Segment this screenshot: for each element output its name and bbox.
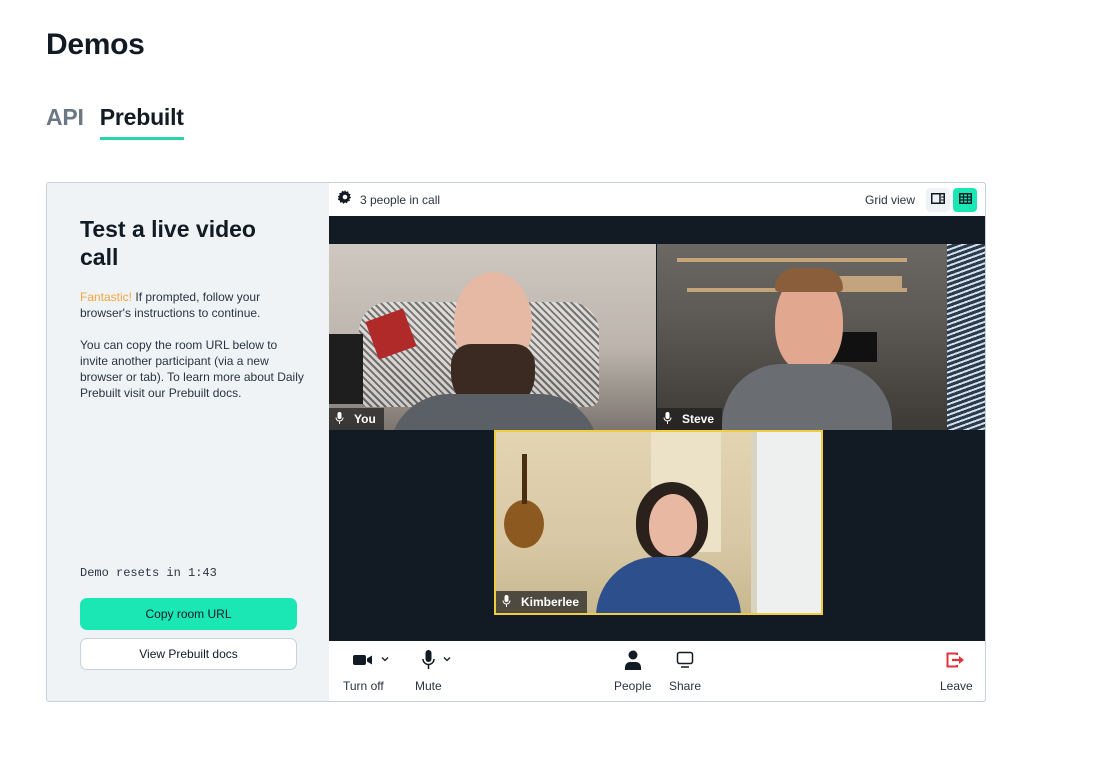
people-count: 3 people in call bbox=[360, 192, 441, 207]
participant-tile-steve[interactable]: Steve bbox=[657, 244, 985, 430]
microphone-icon bbox=[663, 411, 672, 427]
grid-view-button[interactable] bbox=[953, 187, 977, 212]
tab-prebuilt[interactable]: Prebuilt bbox=[99, 104, 184, 140]
people-label: People bbox=[614, 679, 652, 693]
monitor-icon bbox=[676, 651, 694, 674]
leave-call-button[interactable]: Leave bbox=[940, 651, 973, 693]
mute-button[interactable]: Mute bbox=[415, 649, 451, 693]
participant-label: Steve bbox=[657, 408, 723, 430]
page-title: Demos bbox=[46, 28, 145, 61]
sidebar-description: Fantastic! If prompted, follow your brow… bbox=[80, 289, 305, 417]
people-button[interactable]: People bbox=[614, 650, 652, 693]
demo-sidebar: Test a live video call Fantastic! If pro… bbox=[47, 183, 329, 701]
leave-icon bbox=[946, 652, 966, 673]
copy-room-url-button[interactable]: Copy room URL bbox=[80, 598, 297, 630]
call-toolbar: Turn off Mute People Share Leave bbox=[329, 641, 985, 701]
participant-name: Kimberlee bbox=[521, 595, 580, 609]
call-topbar: 3 people in call Grid view bbox=[329, 183, 985, 216]
sidebar-paragraph-1: Fantastic! If prompted, follow your brow… bbox=[80, 289, 305, 321]
microphone-icon bbox=[422, 649, 435, 675]
participant-hair bbox=[775, 268, 843, 292]
participant-face bbox=[649, 494, 697, 556]
camera-options-chevron-icon[interactable] bbox=[381, 649, 389, 667]
camera-toggle-label: Turn off bbox=[343, 679, 384, 693]
video-background-window-blinds bbox=[947, 244, 985, 430]
participant-label: Kimberlee bbox=[496, 591, 588, 613]
leave-label: Leave bbox=[940, 679, 973, 693]
mic-options-chevron-icon[interactable] bbox=[443, 649, 451, 667]
speaker-layout-icon bbox=[931, 191, 945, 209]
microphone-icon bbox=[502, 594, 511, 610]
sidebar-paragraph-2: You can copy the room URL below to invit… bbox=[80, 338, 304, 400]
video-camera-icon bbox=[353, 653, 373, 671]
video-call: 3 people in call Grid view You Steve Kim… bbox=[329, 183, 985, 701]
view-mode-label: Grid view bbox=[864, 192, 915, 207]
participant-name: Steve bbox=[682, 412, 715, 426]
speaker-view-button[interactable] bbox=[926, 187, 950, 212]
success-highlight: Fantastic! bbox=[80, 290, 133, 304]
participant-shirt bbox=[722, 364, 892, 430]
view-prebuilt-docs-button[interactable]: View Prebuilt docs bbox=[80, 638, 297, 670]
video-background-bag bbox=[329, 334, 363, 404]
participant-tile-kimberlee[interactable]: Kimberlee bbox=[494, 430, 823, 615]
participant-name: You bbox=[354, 412, 376, 426]
video-background-shelf bbox=[677, 258, 907, 262]
microphone-icon bbox=[335, 411, 344, 427]
video-background-mandolin-neck bbox=[522, 454, 527, 504]
person-icon bbox=[624, 650, 642, 675]
camera-toggle-button[interactable]: Turn off bbox=[343, 651, 389, 693]
share-label: Share bbox=[669, 679, 702, 693]
video-background-mandolin bbox=[504, 500, 544, 548]
video-background-window bbox=[751, 432, 821, 613]
sidebar-title: Test a live video call bbox=[80, 216, 256, 270]
demo-card: Test a live video call Fantastic! If pro… bbox=[46, 182, 986, 702]
participant-tile-you[interactable]: You bbox=[329, 244, 656, 430]
demo-tabs: API Prebuilt bbox=[46, 104, 184, 140]
demo-countdown: Demo resets in 1:43 bbox=[80, 566, 217, 580]
grid-layout-icon bbox=[958, 191, 972, 209]
participant-label: You bbox=[329, 408, 384, 430]
mute-label: Mute bbox=[415, 679, 442, 693]
share-screen-button[interactable]: Share bbox=[669, 651, 701, 693]
tab-api[interactable]: API bbox=[46, 104, 84, 140]
participant-sweater bbox=[596, 557, 741, 613]
gear-icon[interactable] bbox=[337, 190, 352, 209]
